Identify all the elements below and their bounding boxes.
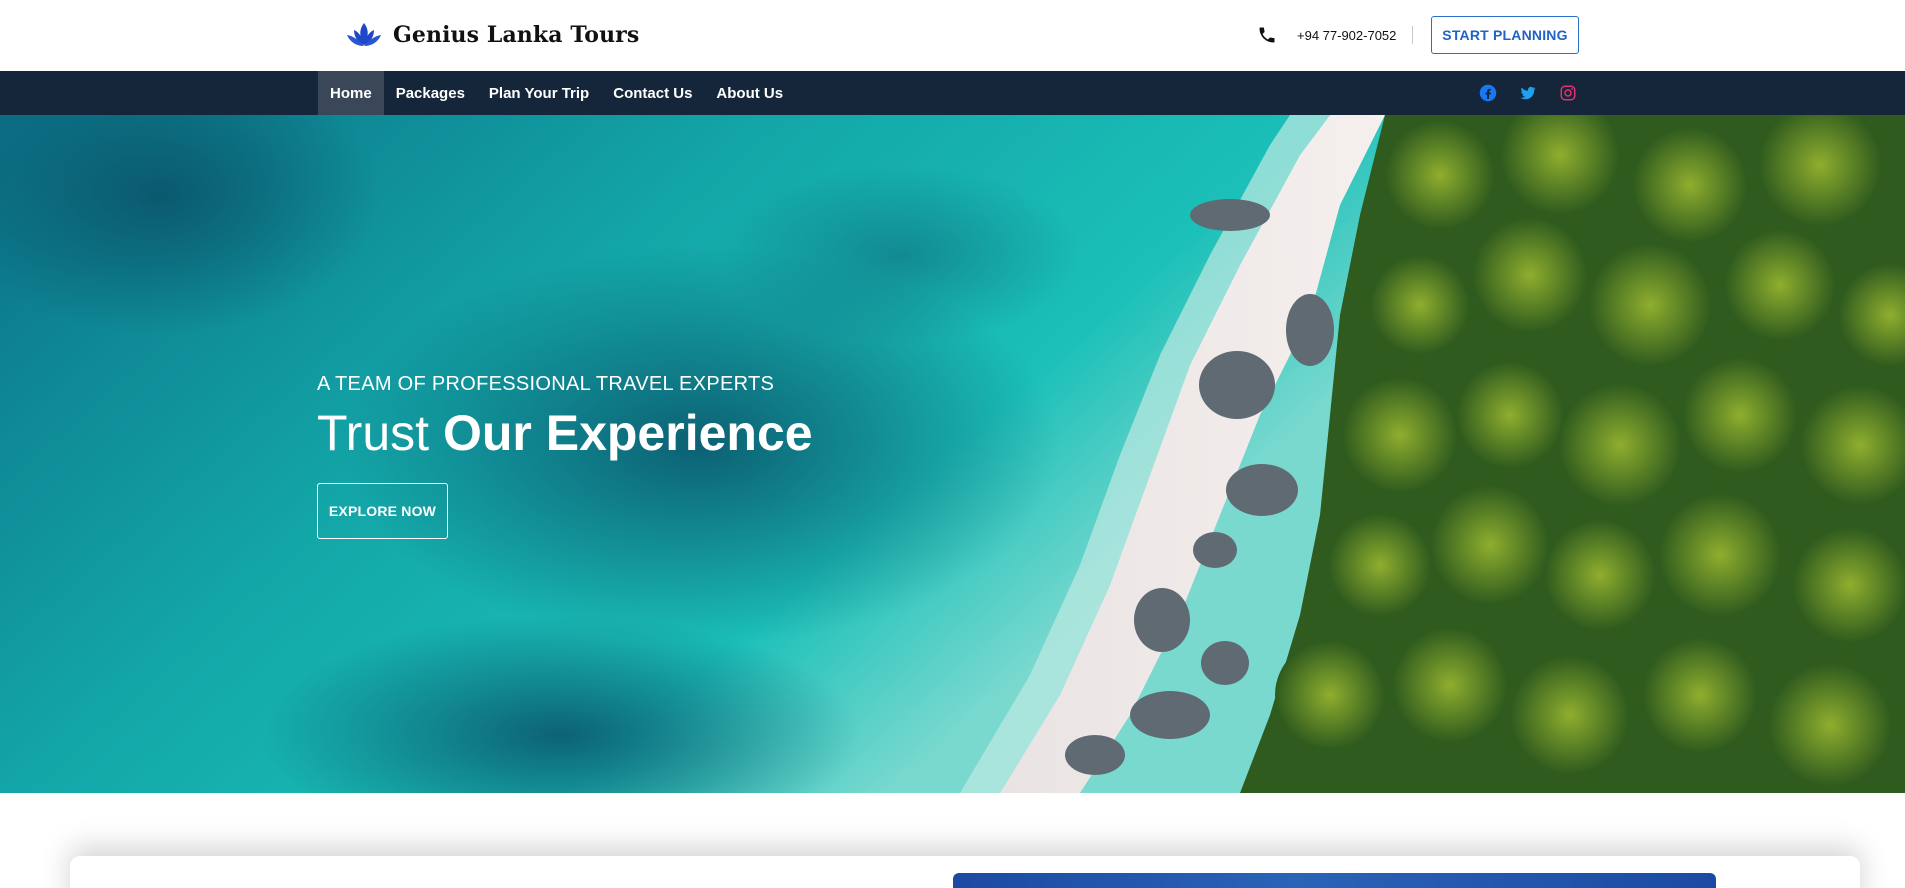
nav-item-home[interactable]: Home bbox=[318, 71, 384, 115]
start-planning-button[interactable]: START PLANNING bbox=[1431, 16, 1579, 54]
explore-now-button[interactable]: EXPLORE NOW bbox=[317, 483, 448, 539]
twitter-icon[interactable] bbox=[1519, 84, 1537, 102]
main-nav: Home Packages Plan Your Trip Contact Us … bbox=[0, 71, 1905, 115]
nav-item-packages[interactable]: Packages bbox=[384, 71, 477, 115]
nav-item-contact-us[interactable]: Contact Us bbox=[601, 71, 704, 115]
hero-banner: A TEAM OF PROFESSIONAL TRAVEL EXPERTS Tr… bbox=[0, 115, 1905, 793]
nav-item-plan-your-trip[interactable]: Plan Your Trip bbox=[477, 71, 601, 115]
brand[interactable]: Genius Lanka Tours bbox=[345, 18, 639, 52]
facebook-icon[interactable] bbox=[1479, 84, 1497, 102]
social-links bbox=[1479, 71, 1580, 115]
hero-background-image bbox=[0, 115, 1905, 793]
contact-phone: +94 77-902-7052 bbox=[1257, 22, 1414, 48]
lotus-icon bbox=[347, 23, 381, 46]
hero-kicker: A TEAM OF PROFESSIONAL TRAVEL EXPERTS bbox=[317, 373, 775, 395]
instagram-icon[interactable] bbox=[1559, 84, 1577, 102]
content-section bbox=[0, 793, 1905, 888]
brand-name: Genius Lanka Tours bbox=[393, 22, 640, 48]
blue-panel bbox=[953, 873, 1716, 888]
top-header: Genius Lanka Tours +94 77-902-7052 START… bbox=[0, 0, 1905, 71]
top-header-inner: Genius Lanka Tours +94 77-902-7052 START… bbox=[317, 0, 1579, 71]
hero-headline-bold: Our Experience bbox=[442, 405, 813, 461]
hero-headline-light: Trust bbox=[317, 405, 430, 461]
phone-number[interactable]: +94 77-902-7052 bbox=[1297, 28, 1396, 43]
nav-item-about-us[interactable]: About Us bbox=[704, 71, 795, 115]
phone-icon bbox=[1259, 27, 1275, 43]
hero-content: A TEAM OF PROFESSIONAL TRAVEL EXPERTS Tr… bbox=[317, 373, 813, 539]
main-nav-inner: Home Packages Plan Your Trip Contact Us … bbox=[318, 71, 1580, 115]
header-divider bbox=[1412, 26, 1414, 44]
nav-menu: Home Packages Plan Your Trip Contact Us … bbox=[318, 71, 1580, 115]
hero-headline: Trust Our Experience bbox=[317, 406, 813, 461]
